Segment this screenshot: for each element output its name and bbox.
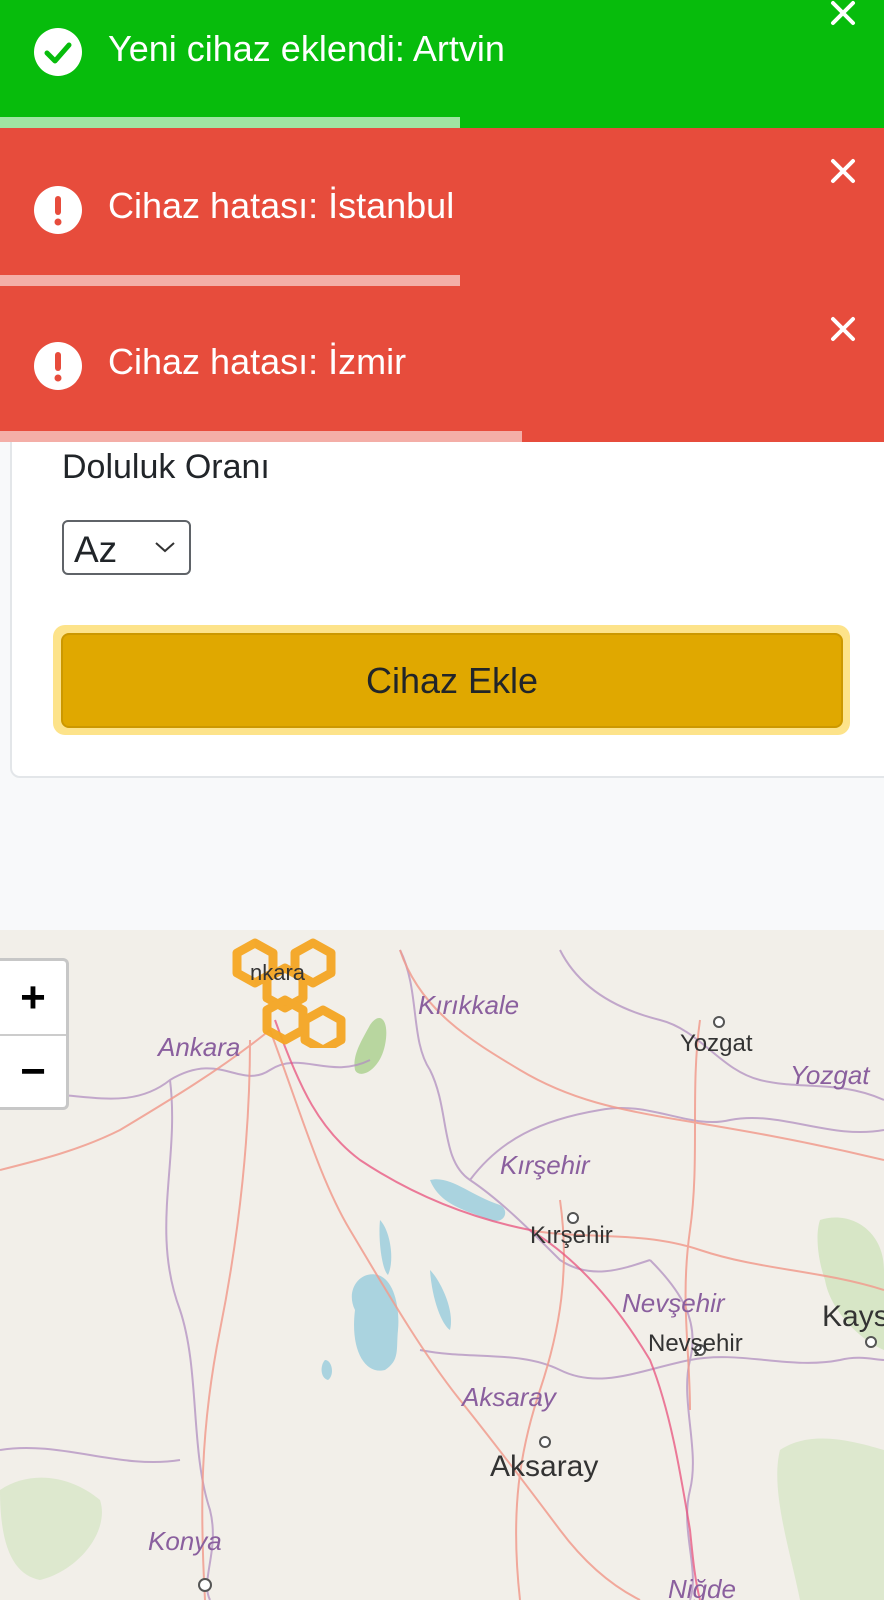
map-label-yozgat-city: Yozgat [680, 1030, 753, 1057]
zoom-out-button[interactable]: − [0, 1034, 66, 1107]
map-label-kirikkale-province: Kırıkkale [418, 990, 520, 1020]
chevron-down-icon [155, 542, 175, 553]
map-label-aksaray-province: Aksaray [462, 1382, 556, 1412]
toast-progress-bar [0, 275, 460, 286]
close-icon[interactable] [830, 316, 856, 342]
map-label-konya-province: Konya [148, 1526, 222, 1556]
map-zoom-control: + − [0, 958, 69, 1110]
device-hexbin-cluster[interactable] [225, 938, 355, 1048]
close-icon[interactable] [830, 158, 856, 184]
map-label-kirsehir-province: Kırşehir [500, 1150, 590, 1180]
map-label-aksaray-city: Aksaray [490, 1450, 599, 1483]
map-label-ankara-province: Ankara [158, 1032, 241, 1062]
zoom-in-button[interactable]: + [0, 961, 66, 1034]
exclamation-circle-icon [34, 342, 82, 390]
exclamation-circle-icon [34, 186, 82, 234]
toast-message: Cihaz hatası: İstanbul [108, 185, 455, 226]
close-icon[interactable] [830, 0, 856, 26]
toast-progress-bar [0, 431, 522, 442]
map-label-nevsehir-city: Nevşehir [648, 1330, 743, 1357]
add-device-button[interactable]: Cihaz Ekle [61, 633, 843, 728]
toast-success[interactable]: Yeni cihaz eklendi: Artvin [0, 0, 884, 128]
toast-message: Yeni cihaz eklendi: Artvin [108, 28, 505, 69]
map[interactable]: nkara Ankara Kırıkkale Yozgat Yozgat Kır… [0, 930, 884, 1600]
toast-error-izmir[interactable]: Cihaz hatası: İzmir [0, 286, 884, 442]
map-label-kirsehir-city: Kırşehir [530, 1222, 613, 1249]
toast-error-istanbul[interactable]: Cihaz hatası: İstanbul [0, 128, 884, 286]
map-label-ankara-city: nkara [250, 960, 306, 985]
fill-rate-label: Doluluk Oranı [62, 448, 270, 486]
toast-message: Cihaz hatası: İzmir [108, 341, 407, 382]
toast-progress-bar [0, 117, 460, 128]
map-label-yozgat-province: Yozgat [790, 1060, 870, 1090]
fill-rate-select[interactable]: Az [62, 520, 191, 575]
check-circle-icon [34, 28, 82, 76]
map-label-nevsehir-province: Nevşehir [622, 1288, 725, 1318]
map-label-kays-city: Kays [822, 1300, 884, 1333]
fill-rate-select-value: Az [74, 529, 118, 570]
map-label-nigde-province: Niğde [668, 1574, 736, 1600]
